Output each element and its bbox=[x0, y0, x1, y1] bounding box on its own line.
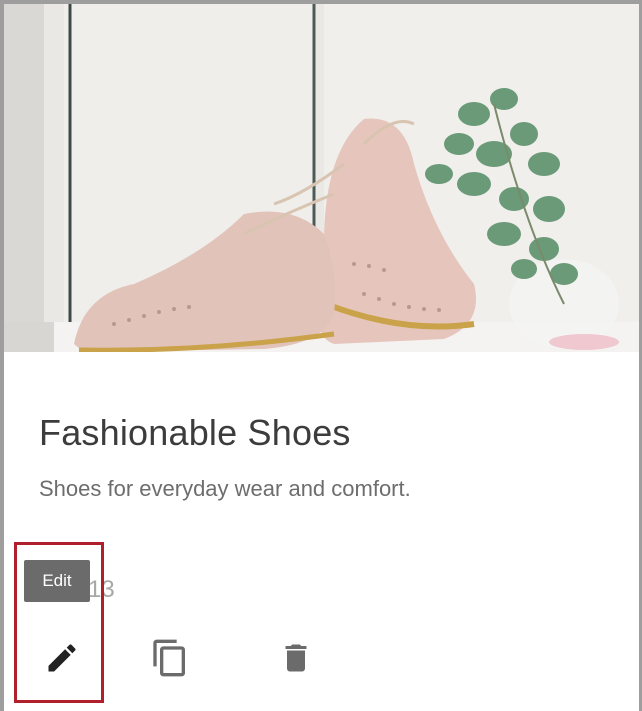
product-image bbox=[4, 4, 639, 352]
card-subtitle: Shoes for everyday wear and comfort. bbox=[39, 476, 411, 501]
card-actions bbox=[4, 622, 639, 702]
delete-button[interactable] bbox=[270, 634, 322, 686]
edit-tooltip: Edit bbox=[24, 560, 90, 602]
pencil-icon bbox=[44, 640, 80, 681]
trash-icon bbox=[278, 640, 314, 681]
edit-button[interactable] bbox=[36, 634, 88, 686]
card-title: Fashionable Shoes bbox=[39, 412, 351, 453]
copy-button[interactable] bbox=[144, 634, 196, 686]
card-date-partial: 13 bbox=[88, 576, 115, 603]
copy-icon bbox=[150, 638, 190, 683]
card-content: Fashionable Shoes Shoes for everyday wea… bbox=[4, 352, 639, 711]
product-card: Fashionable Shoes Shoes for everyday wea… bbox=[0, 0, 642, 711]
